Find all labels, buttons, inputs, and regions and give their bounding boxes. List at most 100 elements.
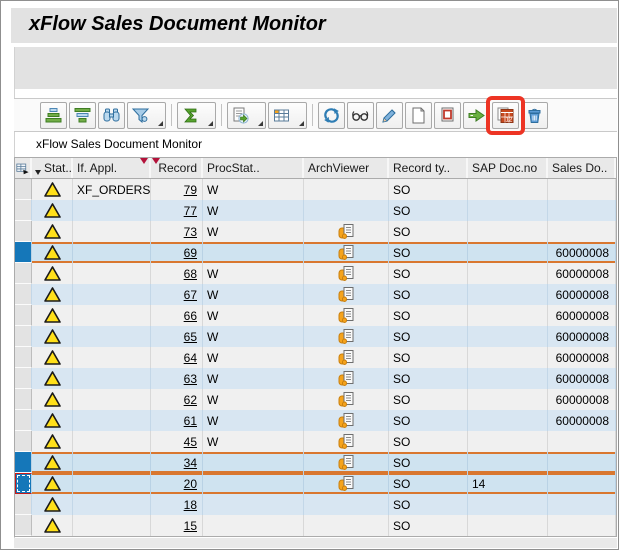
total-button[interactable] bbox=[177, 102, 216, 129]
archviewer-icon[interactable] bbox=[338, 454, 355, 471]
edit-button[interactable] bbox=[376, 102, 403, 129]
archive-date-button[interactable]: 12 bbox=[492, 102, 519, 129]
archviewer-icon[interactable] bbox=[338, 412, 355, 429]
record-link[interactable]: 65 bbox=[184, 330, 197, 344]
sort-ascending-button[interactable] bbox=[40, 102, 67, 129]
column-header-procstat[interactable]: ProcStat.. bbox=[203, 158, 304, 178]
row-selector[interactable] bbox=[15, 473, 32, 494]
archviewer-icon[interactable] bbox=[338, 244, 355, 261]
select-all-icon bbox=[16, 161, 29, 176]
cell-procstat bbox=[203, 242, 304, 263]
row-selector[interactable] bbox=[15, 284, 32, 305]
warning-icon[interactable] bbox=[44, 308, 61, 323]
cell-stat bbox=[32, 284, 73, 305]
warning-icon[interactable] bbox=[44, 497, 61, 512]
row-selector[interactable] bbox=[15, 263, 32, 284]
row-selector[interactable] bbox=[15, 179, 32, 200]
record-link[interactable]: 73 bbox=[184, 225, 197, 239]
warning-icon[interactable] bbox=[44, 350, 61, 365]
warning-icon[interactable] bbox=[44, 182, 61, 197]
create-button[interactable] bbox=[405, 102, 432, 129]
column-header-record[interactable]: Record bbox=[151, 158, 203, 178]
archviewer-icon[interactable] bbox=[338, 370, 355, 387]
record-link[interactable]: 67 bbox=[184, 288, 197, 302]
record-link[interactable]: 66 bbox=[184, 309, 197, 323]
warning-icon[interactable] bbox=[44, 455, 61, 470]
column-header-record-type[interactable]: Record ty.. bbox=[389, 158, 468, 178]
row-selector[interactable] bbox=[15, 221, 32, 242]
record-link[interactable]: 34 bbox=[184, 456, 197, 470]
record-link[interactable]: 61 bbox=[184, 414, 197, 428]
select-all-button[interactable] bbox=[15, 158, 32, 178]
warning-icon[interactable] bbox=[44, 203, 61, 218]
table-row: 63W SO60000008 bbox=[15, 368, 616, 389]
archviewer-icon[interactable] bbox=[338, 223, 355, 240]
record-link[interactable]: 69 bbox=[184, 246, 197, 260]
cell-procstat bbox=[203, 473, 304, 494]
row-selector[interactable] bbox=[15, 452, 32, 473]
record-link[interactable]: 18 bbox=[184, 498, 197, 512]
record-link[interactable]: 64 bbox=[184, 351, 197, 365]
copy-button[interactable] bbox=[434, 102, 461, 129]
column-header-if-appl[interactable]: If. Appl. bbox=[73, 158, 151, 178]
cell-record-type: SO bbox=[389, 473, 468, 494]
warning-icon[interactable] bbox=[44, 245, 61, 260]
column-header-sales-doc[interactable]: Sales Do.. bbox=[548, 158, 616, 178]
archviewer-icon[interactable] bbox=[338, 286, 355, 303]
archviewer-icon[interactable] bbox=[338, 349, 355, 366]
cell-stat bbox=[32, 200, 73, 221]
sort-descending-button[interactable] bbox=[69, 102, 96, 129]
warning-icon[interactable] bbox=[44, 518, 61, 533]
refresh-button[interactable] bbox=[318, 102, 345, 129]
warning-icon[interactable] bbox=[44, 266, 61, 281]
record-link[interactable]: 79 bbox=[184, 183, 197, 197]
warning-icon[interactable] bbox=[44, 476, 61, 491]
cell-archviewer bbox=[304, 242, 389, 263]
row-selector[interactable] bbox=[15, 347, 32, 368]
row-selector[interactable] bbox=[15, 242, 32, 263]
archviewer-icon[interactable] bbox=[338, 391, 355, 408]
row-selector[interactable] bbox=[15, 389, 32, 410]
column-header-sap-doc-no[interactable]: SAP Doc.no bbox=[468, 158, 548, 178]
record-link[interactable]: 68 bbox=[184, 267, 197, 281]
row-selector[interactable] bbox=[15, 368, 32, 389]
record-link[interactable]: 20 bbox=[184, 477, 197, 491]
warning-icon[interactable] bbox=[44, 434, 61, 449]
archviewer-icon[interactable] bbox=[338, 265, 355, 282]
warning-icon[interactable] bbox=[44, 392, 61, 407]
export-button[interactable] bbox=[227, 102, 266, 129]
archviewer-icon[interactable] bbox=[338, 475, 355, 492]
sap-window: xFlow Sales Document Monitor bbox=[0, 0, 619, 550]
filter-button[interactable] bbox=[127, 102, 166, 129]
column-header-archviewer[interactable]: ArchViewer bbox=[304, 158, 389, 178]
cell-if-appl bbox=[73, 410, 151, 431]
binoculars-icon bbox=[102, 106, 121, 125]
record-link[interactable]: 77 bbox=[184, 204, 197, 218]
warning-icon[interactable] bbox=[44, 224, 61, 239]
warning-icon[interactable] bbox=[44, 371, 61, 386]
warning-icon[interactable] bbox=[44, 287, 61, 302]
record-link[interactable]: 62 bbox=[184, 393, 197, 407]
row-selector[interactable] bbox=[15, 200, 32, 221]
cell-archviewer bbox=[304, 263, 389, 284]
record-link[interactable]: 63 bbox=[184, 372, 197, 386]
row-selector[interactable] bbox=[15, 431, 32, 452]
record-link[interactable]: 15 bbox=[184, 519, 197, 533]
archviewer-icon[interactable] bbox=[338, 328, 355, 345]
archviewer-icon[interactable] bbox=[338, 307, 355, 324]
row-selector[interactable] bbox=[15, 494, 32, 515]
warning-icon[interactable] bbox=[44, 329, 61, 344]
row-selector[interactable] bbox=[15, 326, 32, 347]
warning-icon[interactable] bbox=[44, 413, 61, 428]
find-button[interactable] bbox=[98, 102, 125, 129]
transfer-button[interactable] bbox=[463, 102, 490, 129]
record-link[interactable]: 45 bbox=[184, 435, 197, 449]
delete-button[interactable] bbox=[521, 102, 548, 129]
column-header-status[interactable]: Stat.. bbox=[32, 158, 73, 178]
row-selector[interactable] bbox=[15, 305, 32, 326]
row-selector[interactable] bbox=[15, 515, 32, 536]
archviewer-icon[interactable] bbox=[338, 433, 355, 450]
display-button[interactable] bbox=[347, 102, 374, 129]
choose-layout-button[interactable] bbox=[268, 102, 307, 129]
row-selector[interactable] bbox=[15, 410, 32, 431]
